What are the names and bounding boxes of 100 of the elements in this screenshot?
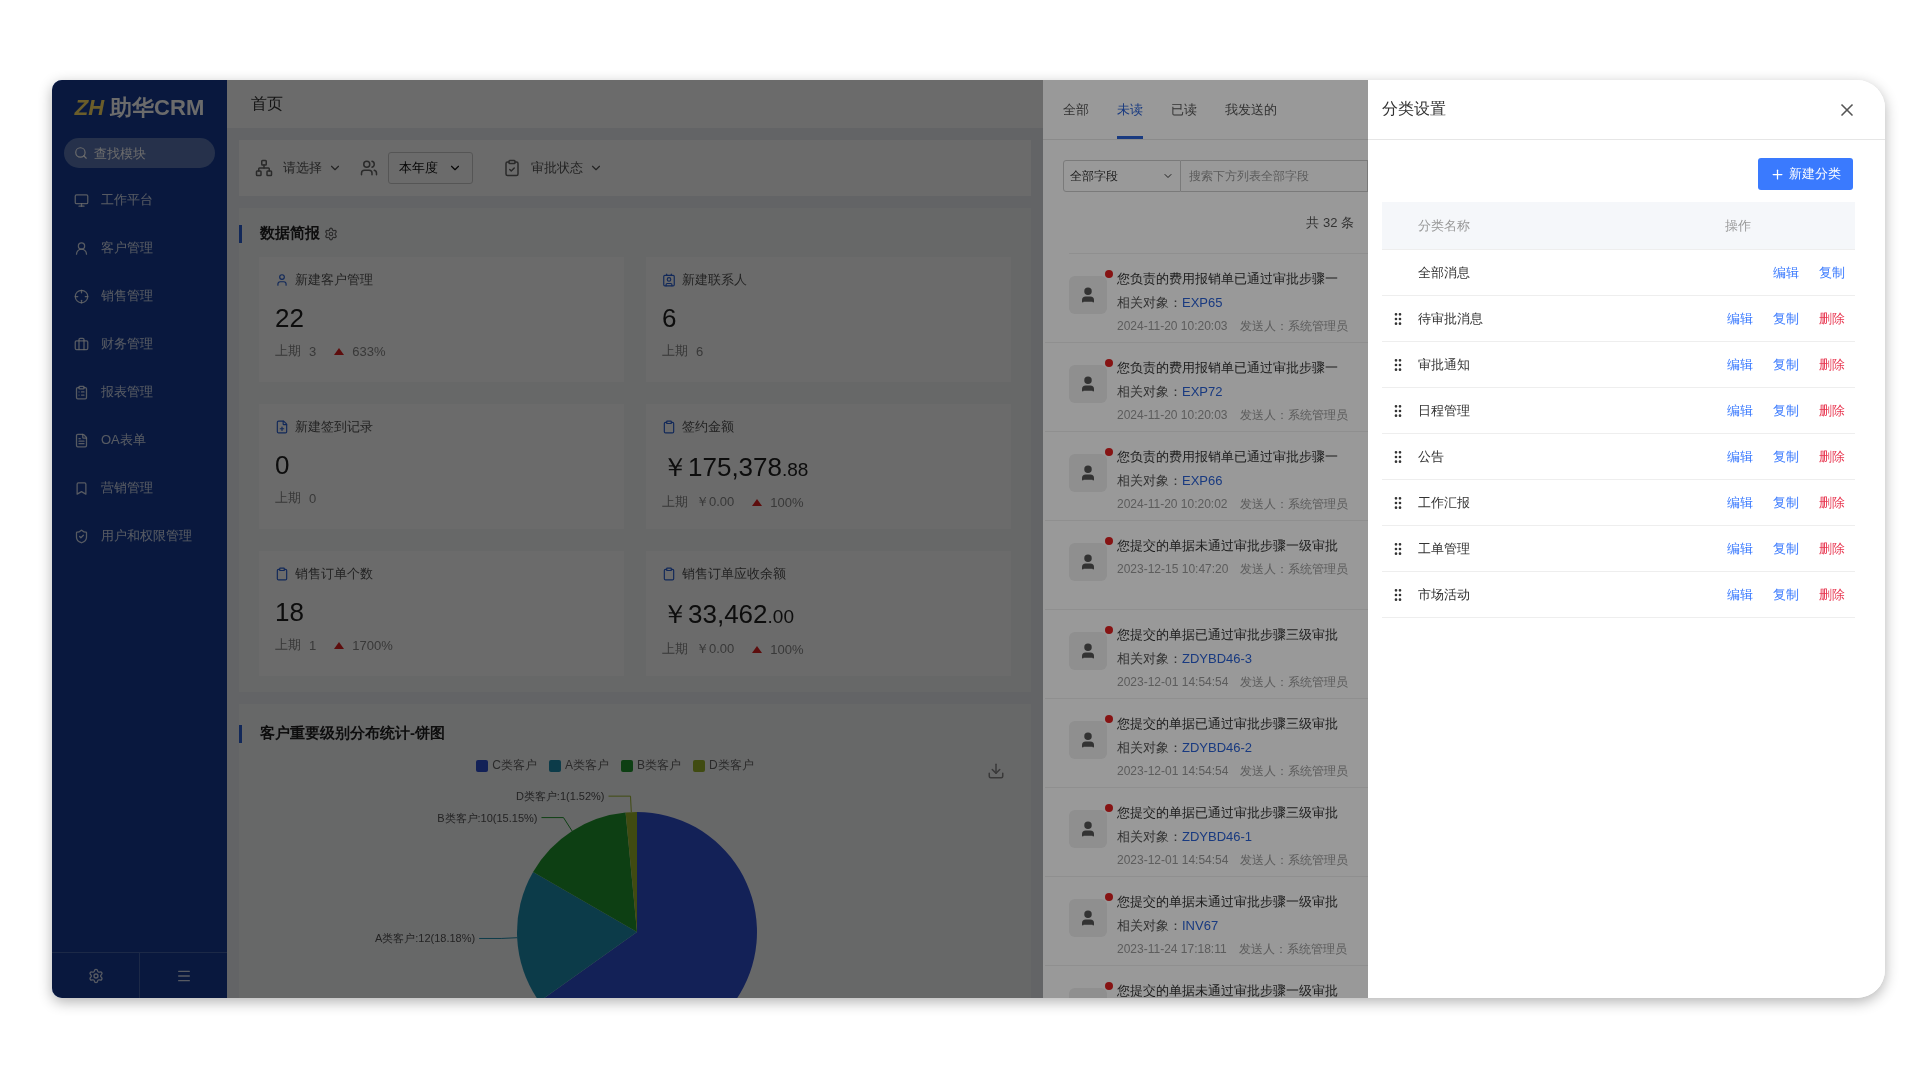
message-title[interactable]: 您负责的费用报销单已通过审批步骤一	[1117, 357, 1348, 379]
copy-link[interactable]: 复制	[1773, 401, 1799, 420]
copy-link[interactable]: 复制	[1773, 493, 1799, 512]
approval-icon	[503, 159, 521, 177]
message-title[interactable]: 您提交的单据已通过审批步骤三级审批	[1117, 624, 1349, 646]
field-select[interactable]: 全部字段	[1063, 160, 1181, 192]
person-icon	[1079, 909, 1097, 927]
legend-label[interactable]: B类客户	[637, 757, 681, 774]
new-category-button[interactable]: 新建分类	[1758, 158, 1853, 190]
edit-link[interactable]: 编辑	[1773, 263, 1799, 282]
sidebar-item[interactable]: 营销管理	[101, 479, 153, 497]
file-plus-icon	[275, 420, 289, 434]
person-icon	[1079, 286, 1097, 304]
edit-link[interactable]: 编辑	[1727, 493, 1753, 512]
approval-dropdown[interactable]: 审批状态	[531, 159, 603, 177]
legend-label[interactable]: C类客户	[492, 757, 537, 774]
object-link[interactable]: ZDYBD46-2	[1182, 737, 1253, 759]
slice-label: B类客户:10(15.15%)	[437, 811, 538, 824]
message-title[interactable]: 您负责的费用报销单已通过审批步骤一	[1117, 268, 1348, 290]
object-link[interactable]: EXP72	[1182, 381, 1223, 403]
message-title[interactable]: 您提交的单据未通过审批步骤一级审批	[1117, 535, 1349, 557]
message-time: 2023-11-24 17:18:11	[1117, 941, 1227, 958]
edit-link[interactable]: 编辑	[1727, 447, 1753, 466]
section-marker	[239, 724, 242, 743]
bookmark-icon	[74, 480, 89, 496]
sidebar-item[interactable]: 用户和权限管理	[101, 527, 192, 545]
delete-link[interactable]: 删除	[1819, 355, 1845, 374]
object-link[interactable]: EXP65	[1182, 292, 1223, 314]
copy-link[interactable]: 复制	[1773, 539, 1799, 558]
user-icon	[74, 240, 89, 256]
message-title[interactable]: 您提交的单据未通过审批步骤一级审批	[1117, 891, 1347, 913]
stat-value: 18	[275, 597, 305, 628]
delete-link[interactable]: 删除	[1819, 401, 1845, 420]
stat-value: 22	[275, 303, 305, 334]
sidebar-item[interactable]: 销售管理	[101, 287, 153, 305]
period-select[interactable]: 本年度	[388, 152, 473, 184]
edit-link[interactable]: 编辑	[1727, 309, 1753, 328]
delete-link[interactable]: 删除	[1819, 309, 1845, 328]
message-title[interactable]: 您提交的单据已通过审批步骤三级审批	[1117, 802, 1349, 824]
category-name: 全部消息	[1418, 263, 1471, 282]
scope-dropdown[interactable]: 请选择	[283, 159, 342, 177]
clipboard-icon	[662, 567, 676, 581]
message-time: 2024-11-20 10:20:02	[1117, 496, 1228, 513]
object-link[interactable]: ZDYBD46-1	[1182, 826, 1253, 848]
object-label: 相关对象：	[1117, 828, 1182, 846]
message-tab[interactable]: 已读	[1171, 80, 1197, 139]
sidebar-item[interactable]: 工作平台	[101, 191, 153, 209]
stat-value: ￥33,462.00	[662, 598, 795, 631]
object-label: 相关对象：	[1117, 739, 1182, 757]
edit-link[interactable]: 编辑	[1727, 355, 1753, 374]
settings-icon[interactable]	[324, 226, 338, 241]
edit-link[interactable]: 编辑	[1727, 539, 1753, 558]
message-tab[interactable]: 全部	[1063, 80, 1089, 139]
leader-line	[608, 795, 632, 813]
message-title[interactable]: 您负责的费用报销单已通过审批步骤一	[1117, 446, 1348, 468]
stat-title: 新建客户管理	[295, 271, 373, 289]
message-tab[interactable]: 未读	[1117, 80, 1143, 139]
sidebar-item[interactable]: 报表管理	[101, 383, 153, 401]
briefcase-icon	[74, 336, 89, 352]
edit-link[interactable]: 编辑	[1727, 585, 1753, 604]
delete-link[interactable]: 删除	[1819, 493, 1845, 512]
category-name: 日程管理	[1418, 401, 1471, 420]
edit-link[interactable]: 编辑	[1727, 401, 1753, 420]
sidebar-item[interactable]: OA表单	[101, 431, 146, 449]
users-icon[interactable]	[360, 159, 378, 177]
message-tab[interactable]: 我发送的	[1225, 80, 1277, 139]
legend-label[interactable]: D类客户	[709, 757, 754, 774]
logo-mark: ZH	[74, 95, 105, 121]
leader-line	[478, 937, 518, 939]
message-title[interactable]: 您提交的单据未通过审批步骤一级审批	[1117, 980, 1338, 998]
document-icon	[74, 432, 89, 448]
delete-link[interactable]: 删除	[1819, 585, 1845, 604]
copy-link[interactable]: 复制	[1773, 355, 1799, 374]
sidebar-item[interactable]: 财务管理	[101, 335, 153, 353]
copy-link[interactable]: 复制	[1773, 309, 1799, 328]
message-time: 2024-11-20 10:20:03	[1117, 407, 1228, 424]
stat-value: 6	[662, 303, 678, 334]
person-icon	[1079, 553, 1097, 571]
copy-link[interactable]: 复制	[1819, 263, 1845, 282]
message-title[interactable]: 您提交的单据已通过审批步骤三级审批	[1117, 713, 1349, 735]
sidebar-item[interactable]: 客户管理	[101, 239, 153, 257]
delete-link[interactable]: 删除	[1819, 447, 1845, 466]
plus-icon	[1770, 166, 1785, 182]
category-name: 市场活动	[1418, 585, 1471, 604]
shield-icon	[74, 528, 89, 544]
search-icon	[74, 146, 88, 160]
object-link[interactable]: EXP66	[1182, 470, 1223, 492]
section-title: 客户重要级别分布统计-饼图	[260, 724, 445, 743]
copy-link[interactable]: 复制	[1773, 585, 1799, 604]
object-link[interactable]: ZDYBD46-3	[1182, 648, 1253, 670]
network-icon	[255, 159, 273, 177]
section-title: 数据简报	[260, 224, 320, 243]
delete-link[interactable]: 删除	[1819, 539, 1845, 558]
category-name: 工作汇报	[1418, 493, 1471, 512]
legend-label[interactable]: A类客户	[565, 757, 609, 774]
stat-value: 0	[275, 450, 291, 481]
object-link[interactable]: INV67	[1182, 915, 1219, 937]
stat-title: 新建联系人	[682, 271, 747, 289]
user-icon	[275, 273, 289, 287]
copy-link[interactable]: 复制	[1773, 447, 1799, 466]
